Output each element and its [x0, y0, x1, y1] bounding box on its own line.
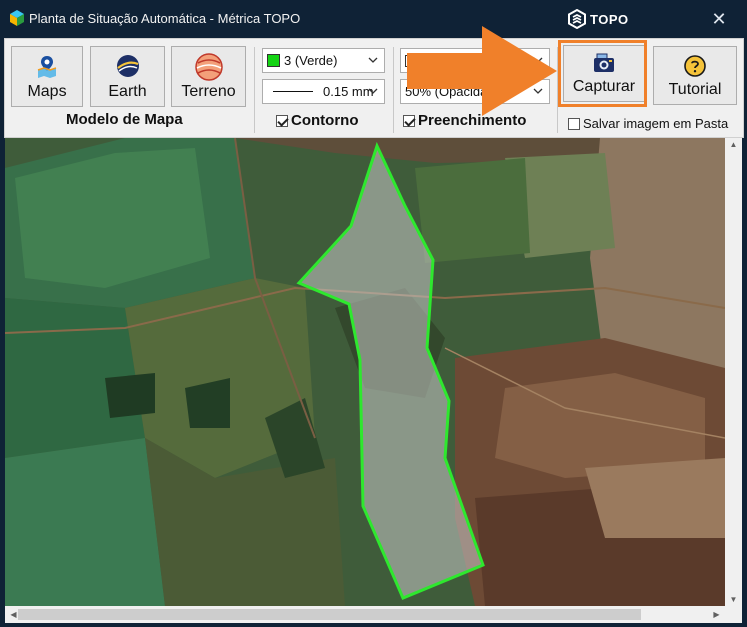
- annotation-arrow-icon: [407, 26, 557, 116]
- save-folder-checkbox-box[interactable]: [568, 117, 580, 130]
- maps-button-label: Maps: [27, 83, 67, 100]
- brand: TOPO: [567, 8, 629, 30]
- terrain-button[interactable]: Terreno: [171, 46, 246, 107]
- title-bar: Planta de Situação Automática - Métrica …: [0, 0, 747, 38]
- scrollbar-corner: [725, 606, 742, 623]
- horizontal-scrollbar[interactable]: ◀ ▶: [5, 606, 725, 623]
- earth-button-label: Earth: [108, 83, 147, 100]
- horizontal-scroll-thumb[interactable]: [18, 609, 641, 620]
- capture-highlight-box: [558, 40, 647, 107]
- brand-name: TOPO: [590, 11, 629, 27]
- contour-width-select[interactable]: 0.15 mm: [262, 79, 385, 104]
- contour-checkbox-box[interactable]: [276, 114, 288, 127]
- save-folder-checkbox-label: Salvar imagem em Pasta: [583, 116, 729, 131]
- vertical-scrollbar[interactable]: ▲ ▼: [725, 138, 742, 606]
- map-pin-icon: [37, 56, 57, 78]
- chevron-down-icon: [368, 88, 378, 94]
- earth-globe-icon: [116, 55, 139, 77]
- contour-width-value: 0.15 mm: [323, 84, 374, 99]
- app-window: Planta de Situação Automática - Métrica …: [0, 0, 747, 627]
- contour-color-value: 3 (Verde): [284, 53, 338, 68]
- earth-button[interactable]: Earth: [90, 46, 165, 107]
- scroll-up-icon[interactable]: ▲: [725, 140, 742, 149]
- topo-logo-icon: [568, 9, 586, 29]
- tutorial-button[interactable]: Tutorial: [653, 46, 737, 105]
- tutorial-button-label: Tutorial: [668, 81, 722, 98]
- app-cube-icon: [10, 10, 24, 26]
- contour-color-swatch: [267, 54, 280, 67]
- map-model-group-label: Modelo de Mapa: [66, 111, 183, 128]
- satellite-map-image: [5, 138, 725, 606]
- fill-checkbox-box[interactable]: [403, 114, 415, 127]
- window-title: Planta de Situação Automática - Métrica …: [29, 11, 301, 26]
- maps-button[interactable]: Maps: [11, 46, 83, 107]
- contour-checkbox-label: Contorno: [291, 112, 359, 129]
- contour-color-select[interactable]: 3 (Verde): [262, 48, 385, 73]
- separator: [393, 47, 394, 133]
- terrain-globe-icon: [194, 53, 223, 81]
- save-folder-checkbox[interactable]: Salvar imagem em Pasta: [568, 116, 728, 131]
- help-circle-icon: [684, 55, 706, 77]
- satellite-map[interactable]: [5, 138, 725, 606]
- separator: [254, 47, 255, 133]
- contour-checkbox[interactable]: Contorno: [276, 112, 358, 129]
- scroll-right-icon[interactable]: ▶: [708, 610, 725, 619]
- terrain-button-label: Terreno: [181, 83, 236, 100]
- scroll-down-icon[interactable]: ▼: [725, 595, 742, 604]
- line-width-preview: [273, 91, 313, 92]
- close-button[interactable]: ✕: [708, 8, 730, 30]
- chevron-down-icon: [368, 57, 378, 63]
